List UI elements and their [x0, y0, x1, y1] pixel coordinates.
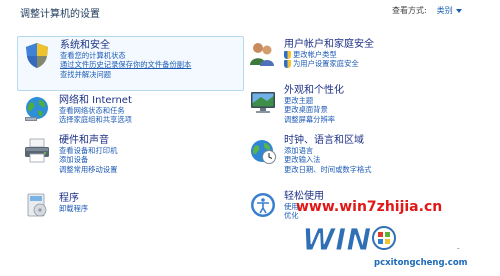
link-view-computer-status[interactable]: 查看您的计算机状态 — [60, 51, 191, 60]
page-title: 调整计算机的设置 — [20, 9, 100, 20]
svg-text:WIN: WIN — [302, 223, 371, 258]
category-title[interactable]: 系统和安全 — [60, 40, 191, 51]
link-adjust-resolution[interactable]: 调整屏幕分辨率 — [284, 115, 344, 124]
users-icon — [250, 43, 274, 66]
link-date-time-format[interactable]: 更改日期、时间或数字格式 — [284, 165, 372, 174]
link-file-history-backup[interactable]: 通过文件历史记录保存你的文件备份副本 — [60, 60, 191, 69]
programs-icon — [27, 193, 47, 217]
link-change-input-method[interactable]: 更改输入法 — [284, 155, 372, 164]
watermark-url: pcxitongcheng.com — [374, 258, 468, 268]
category-system-security[interactable]: 系统和安全 查看您的计算机状态 通过文件历史记录保存你的文件备份副本 查找并解决… — [17, 36, 244, 91]
shield-icon — [284, 60, 291, 69]
category-network-internet[interactable]: 网络和 Internet 查看网络状态和任务 选择家庭组和共享选项 — [17, 92, 244, 132]
network-globe-icon — [25, 97, 48, 121]
watermark-site-text: www.win7zhijia.cn — [296, 199, 443, 215]
link-label: 为用户设置家庭安全 — [293, 59, 359, 69]
link-add-language[interactable]: 添加语言 — [284, 146, 372, 155]
link-label: 更改帐户类型 — [293, 50, 337, 59]
category-appearance[interactable]: 外观和个性化 更改主题 更改桌面背景 调整屏幕分辨率 — [246, 82, 486, 132]
link-find-fix-problems[interactable]: 查找并解决问题 — [60, 70, 191, 79]
link-change-desktop-background[interactable]: 更改桌面背景 — [284, 105, 344, 114]
category-title[interactable]: 程序 — [59, 193, 88, 204]
clock-globe-icon — [251, 140, 276, 164]
category-title[interactable]: 硬件和声音 — [59, 135, 117, 146]
link-mobility-settings[interactable]: 调整常用移动设置 — [59, 165, 117, 174]
category-title[interactable]: 时钟、语言和区域 — [284, 135, 372, 146]
link-add-device[interactable]: 添加设备 — [59, 155, 117, 164]
link-devices-printers[interactable]: 查看设备和打印机 — [59, 146, 117, 155]
chevron-down-icon — [455, 9, 462, 13]
appearance-monitor-icon — [251, 92, 275, 113]
link-network-status[interactable]: 查看网络状态和任务 — [59, 106, 132, 115]
printer-icon — [25, 138, 49, 163]
view-by-dropdown[interactable]: 类别 — [437, 5, 462, 16]
link-change-theme[interactable]: 更改主题 — [284, 96, 344, 105]
category-title[interactable]: 网络和 Internet — [59, 95, 132, 106]
link-uninstall-program[interactable]: 卸载程序 — [59, 204, 88, 213]
control-panel-window: 调整计算机的设置 查看方式: 类别 系统和安全 查看您的计算机状态 通过文件历史… — [0, 0, 500, 276]
view-by: 查看方式: 类别 — [392, 5, 462, 16]
category-title[interactable]: 用户帐户和家庭安全 — [284, 39, 374, 50]
link-homegroup-sharing[interactable]: 选择家庭组和共享选项 — [59, 115, 132, 124]
shield-icon — [284, 50, 291, 59]
view-by-value: 类别 — [436, 6, 453, 15]
view-by-label: 查看方式: — [392, 6, 427, 15]
shield-icon — [26, 43, 48, 68]
link-change-account-type[interactable]: 更改帐户类型 — [284, 50, 374, 59]
category-programs[interactable]: 程序 卸载程序 — [17, 188, 244, 228]
category-hardware-sound[interactable]: 硬件和声音 查看设备和打印机 添加设备 调整常用移动设置 — [17, 132, 244, 184]
category-title[interactable]: 外观和个性化 — [284, 85, 344, 96]
link-family-safety[interactable]: 为用户设置家庭安全 — [284, 59, 374, 68]
ease-of-access-icon — [251, 193, 275, 217]
category-clock-language-region[interactable]: 时钟、语言和区域 添加语言 更改输入法 更改日期、时间或数字格式 — [246, 132, 486, 184]
